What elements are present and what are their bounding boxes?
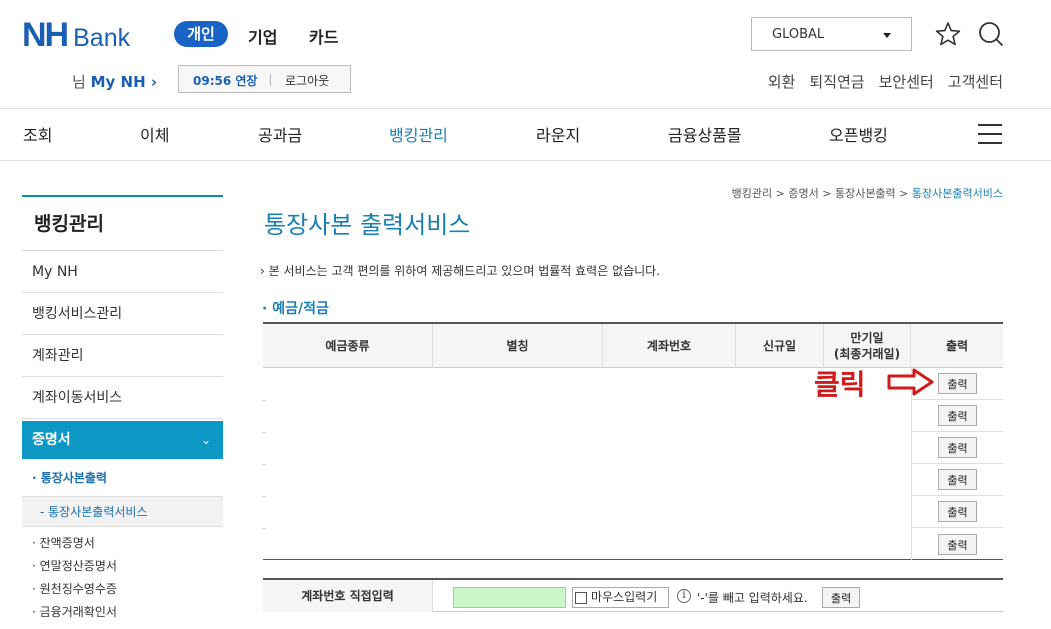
service-notice: › 본 서비스는 고객 편의를 위하여 제공해드리고 있으며 법률적 효력은 없… bbox=[260, 264, 661, 278]
mouse-input-checkbox[interactable] bbox=[575, 591, 587, 604]
utility-links: 외환 퇴직연금 보안센터 고객센터 bbox=[768, 71, 1003, 92]
th-account-number: 계좌번호 bbox=[603, 324, 736, 368]
row-marker bbox=[263, 400, 265, 401]
print-button[interactable]: 출력 bbox=[938, 501, 977, 522]
sidebar: 뱅킹관리 My NH 뱅킹서비스관리 계좌관리 계좌이동서비스 증명서 ⌄ · … bbox=[22, 195, 223, 624]
row-marker bbox=[263, 496, 265, 497]
breadcrumb-item[interactable]: 통장사본출력 bbox=[835, 187, 896, 200]
sidebar-sub-transaction-confirmation[interactable]: · 금융거래확인서 bbox=[22, 601, 223, 624]
table-body: 출력 출력 출력 출력 출력 출력 bbox=[263, 368, 1003, 560]
th-nickname: 별칭 bbox=[433, 324, 603, 368]
search-icon[interactable] bbox=[977, 20, 1005, 48]
sidebar-sub-year-end-certificate[interactable]: · 연말정산증명서 bbox=[22, 555, 223, 578]
account-table: 예금종류 별칭 계좌번호 신규일 만기일 (최종거래일) 출력 출력 출력 출력… bbox=[263, 322, 1003, 560]
table-row: 출력 bbox=[912, 528, 1003, 560]
star-icon[interactable] bbox=[934, 20, 962, 48]
input-hint: '-'를 빼고 입력하세요. bbox=[697, 591, 808, 605]
util-link-pension[interactable]: 퇴직연금 bbox=[809, 71, 864, 92]
user-greeting: 님 My NH › bbox=[72, 71, 157, 92]
info-icon: i bbox=[677, 589, 691, 603]
breadcrumb-current: 통장사본출력서비스 bbox=[911, 187, 1003, 200]
gnb-inquiry[interactable]: 조회 bbox=[23, 122, 52, 146]
print-column: 출력 출력 출력 출력 출력 출력 bbox=[911, 368, 1003, 560]
user-suffix: 님 bbox=[72, 73, 86, 91]
session-extend-button[interactable]: 09:56 연장 bbox=[193, 72, 257, 89]
table-row: 출력 bbox=[912, 400, 1003, 432]
account-number-input[interactable] bbox=[453, 587, 566, 608]
gnb-open-banking[interactable]: 오픈뱅킹 bbox=[829, 122, 888, 146]
chevron-down-icon: ⌄ bbox=[200, 433, 211, 447]
page-title: 통장사본 출력서비스 bbox=[264, 211, 471, 239]
breadcrumb-item[interactable]: 뱅킹관리 bbox=[732, 187, 772, 200]
print-button[interactable]: 출력 bbox=[938, 437, 977, 458]
gnb-transfer[interactable]: 이체 bbox=[140, 122, 169, 146]
sidebar-item-account-management[interactable]: 계좌관리 bbox=[22, 335, 223, 377]
global-select[interactable]: GLOBAL bbox=[751, 17, 912, 51]
nav-divider bbox=[0, 160, 1051, 161]
sidebar-sub-passbook-copy[interactable]: · 통장사본출력 bbox=[22, 459, 223, 497]
nh-bank-logo[interactable]: NH Bank bbox=[22, 18, 130, 52]
tab-personal[interactable]: 개인 bbox=[174, 21, 228, 47]
table-row: 출력 bbox=[912, 496, 1003, 528]
my-nh-link[interactable]: My NH › bbox=[91, 73, 157, 91]
session-divider bbox=[270, 74, 271, 86]
session-box: 09:56 연장 로그아웃 bbox=[178, 65, 351, 93]
sidebar-item-banking-service[interactable]: 뱅킹서비스관리 bbox=[22, 293, 223, 335]
gnb-lounge[interactable]: 라운지 bbox=[536, 122, 580, 146]
mouse-input-label: 마우스입력기 bbox=[591, 590, 658, 604]
sidebar-item-my-nh[interactable]: My NH bbox=[22, 251, 223, 293]
print-button[interactable]: 출력 bbox=[938, 405, 977, 426]
caret-down-icon bbox=[883, 33, 891, 38]
th-maturity-date: 만기일 (최종거래일) bbox=[824, 324, 911, 368]
arrow-right-icon bbox=[887, 368, 934, 396]
print-button[interactable]: 출력 bbox=[938, 373, 977, 394]
sidebar-title: 뱅킹관리 bbox=[22, 197, 223, 251]
row-marker bbox=[263, 464, 265, 465]
print-button[interactable]: 출력 bbox=[938, 469, 977, 490]
th-deposit-type: 예금종류 bbox=[263, 324, 433, 368]
breadcrumb: 뱅킹관리 > 증명서 > 통장사본출력 > 통장사본출력서비스 bbox=[731, 187, 1003, 200]
sidebar-sub-passbook-copy-service[interactable]: - 통장사본출력서비스 bbox=[22, 497, 223, 527]
direct-input-label: 계좌번호 직접입력 bbox=[263, 580, 433, 612]
direct-print-button[interactable]: 출력 bbox=[822, 587, 861, 608]
header-divider bbox=[0, 108, 1051, 109]
tab-card[interactable]: 카드 bbox=[309, 24, 338, 48]
gnb-financial-products[interactable]: 금융상품몰 bbox=[668, 122, 742, 146]
direct-account-input-row: 계좌번호 직접입력 마우스입력기 i '-'를 빼고 입력하세요. 출력 bbox=[263, 578, 1003, 612]
mouse-input-toggle[interactable]: 마우스입력기 bbox=[572, 587, 669, 608]
table-row: 출력 bbox=[912, 432, 1003, 464]
click-annotation-label: 클릭 bbox=[814, 368, 866, 401]
global-nav: 조회 이체 공과금 뱅킹관리 라운지 금융상품몰 오픈뱅킹 bbox=[0, 122, 1051, 148]
sidebar-item-certificates-label: 증명서 bbox=[32, 432, 71, 448]
sidebar-item-account-transfer[interactable]: 계좌이동서비스 bbox=[22, 377, 223, 419]
logout-button[interactable]: 로그아웃 bbox=[285, 72, 329, 89]
hamburger-menu-icon[interactable] bbox=[978, 124, 1002, 144]
sidebar-sub-balance-certificate[interactable]: · 잔액증명서 bbox=[22, 532, 223, 555]
logo-bank-text: Bank bbox=[73, 24, 131, 52]
section-title: · 예금/적금 bbox=[262, 301, 329, 317]
logo-nh-text: NH bbox=[22, 16, 69, 54]
sidebar-item-certificates[interactable]: 증명서 ⌄ bbox=[22, 421, 223, 459]
gnb-utility-bills[interactable]: 공과금 bbox=[258, 122, 302, 146]
util-link-customer[interactable]: 고객센터 bbox=[948, 71, 1003, 92]
breadcrumb-item[interactable]: 증명서 bbox=[788, 187, 818, 200]
util-link-security[interactable]: 보안센터 bbox=[879, 71, 934, 92]
gnb-banking-management[interactable]: 뱅킹관리 bbox=[389, 122, 448, 146]
table-row: 출력 bbox=[912, 464, 1003, 496]
tab-corporate[interactable]: 기업 bbox=[248, 24, 277, 48]
th-open-date: 신규일 bbox=[736, 324, 824, 368]
sidebar-sub-withholding-receipt[interactable]: · 원천징수영수증 bbox=[22, 578, 223, 601]
global-select-label: GLOBAL bbox=[772, 27, 825, 42]
table-header: 예금종류 별칭 계좌번호 신규일 만기일 (최종거래일) 출력 bbox=[263, 324, 1003, 368]
th-print: 출력 bbox=[945, 338, 969, 353]
row-marker bbox=[263, 528, 265, 529]
print-button[interactable]: 출력 bbox=[938, 533, 977, 555]
row-marker bbox=[263, 432, 265, 433]
util-link-fx[interactable]: 외환 bbox=[768, 71, 796, 92]
